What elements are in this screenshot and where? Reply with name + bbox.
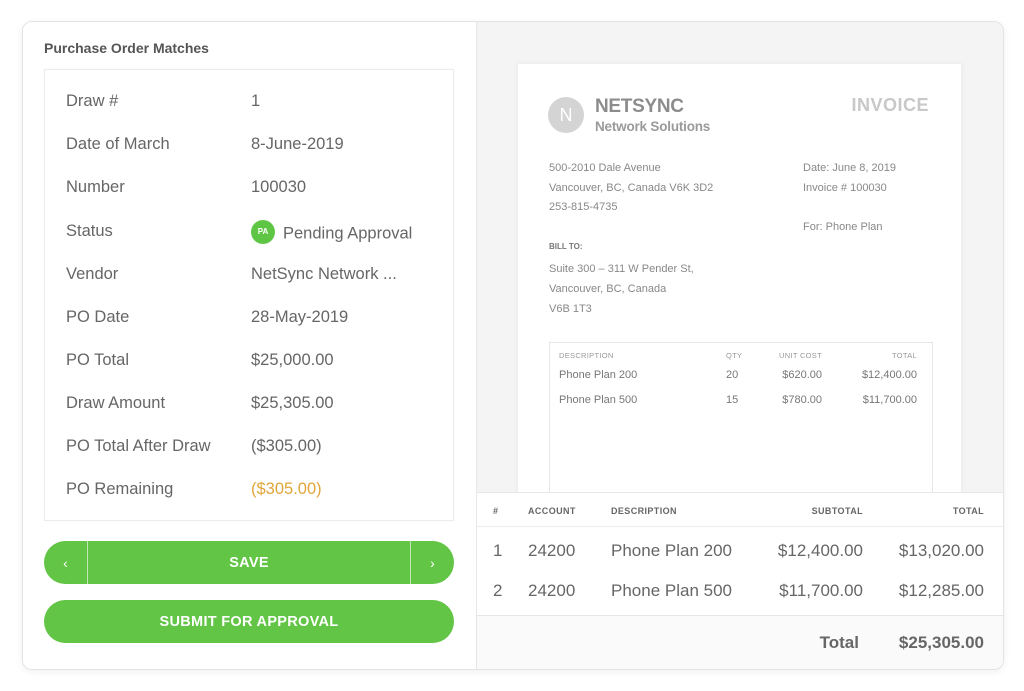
app-frame: Purchase Order Matches Draw # 1 Date of … <box>22 21 1004 670</box>
header-total: TOTAL <box>892 351 917 360</box>
row-subtotal: $11,700.00 <box>779 581 863 600</box>
header-description: DESCRIPTION <box>559 351 614 360</box>
chevron-right-icon: › <box>430 554 435 571</box>
address-line: Suite 300 – 311 W Pender St, <box>549 263 694 275</box>
vendor-address: 500-2010 Dale Avenue Vancouver, BC, Cana… <box>549 159 713 218</box>
header-number: # <box>493 506 499 516</box>
header-subtotal: SUBTOTAL <box>811 506 863 516</box>
field-value: 8-June-2019 <box>251 135 344 153</box>
item-description: Phone Plan 200 <box>559 369 638 381</box>
row-account: 24200 <box>528 541 576 560</box>
item-unit-cost: $620.00 <box>782 369 822 381</box>
panel-title: Purchase Order Matches <box>44 40 209 56</box>
next-button[interactable]: › <box>410 541 454 584</box>
save-button[interactable]: SAVE <box>88 541 410 584</box>
item-qty: 15 <box>726 394 739 406</box>
item-description: Phone Plan 500 <box>559 394 638 406</box>
grand-total-row: Total $25,305.00 <box>477 615 1003 669</box>
invoice-preview-panel: N NETSYNC Network Solutions INVOICE 500-… <box>477 22 1003 669</box>
field-draw-amount: Draw Amount $25,305.00 <box>45 390 453 420</box>
invoice-meta: Date: June 8, 2019 Invoice # 100030 For:… <box>803 159 896 237</box>
invoice-items-table: DESCRIPTION QTY UNIT COST TOTAL Phone Pl… <box>549 342 933 505</box>
row-total: $12,285.00 <box>898 581 984 600</box>
row-description: Phone Plan 200 <box>611 541 732 560</box>
field-vendor: Vendor NetSync Network ... <box>45 261 453 291</box>
field-value: $25,305.00 <box>251 394 334 412</box>
field-date: Date of March 8-June-2019 <box>45 131 453 161</box>
table-row[interactable]: 2 24200 Phone Plan 500 $11,700.00 $12,28… <box>477 571 1003 611</box>
item-total: $12,400.00 <box>861 369 917 381</box>
vendor-brand-subtitle: Network Solutions <box>595 119 711 134</box>
field-po-date: PO Date 28-May-2019 <box>45 304 453 334</box>
field-label: Status <box>66 222 113 240</box>
field-label: Draw Amount <box>66 394 166 412</box>
bill-to-address: Suite 300 – 311 W Pender St, Vancouver, … <box>549 259 694 319</box>
field-value: 1 <box>251 92 261 110</box>
field-label: Number <box>66 178 125 196</box>
field-draw-number: Draw # 1 <box>45 88 453 118</box>
chevron-left-icon: ‹ <box>63 554 68 571</box>
field-label: PO Remaining <box>66 480 174 498</box>
row-description: Phone Plan 500 <box>611 581 732 600</box>
invoice-title: INVOICE <box>851 95 929 115</box>
grand-total-label: Total <box>819 633 859 652</box>
field-po-total-after-draw: PO Total After Draw ($305.00) <box>45 433 453 463</box>
invoice-number: Invoice # 100030 <box>803 181 887 194</box>
header-qty: QTY <box>726 351 743 360</box>
grand-total-value: $25,305.00 <box>898 633 984 652</box>
field-label: PO Date <box>66 308 130 326</box>
field-value: ($305.00) <box>251 437 322 455</box>
field-label: Date of March <box>66 135 170 153</box>
phone-number: 253-815-4735 <box>549 201 618 213</box>
save-button-group: ‹ SAVE › <box>44 541 454 584</box>
field-value: 28-May-2019 <box>251 308 349 326</box>
line-items-header: # ACCOUNT DESCRIPTION SUBTOTAL TOTAL <box>477 493 1003 527</box>
field-number: Number 100030 <box>45 174 453 204</box>
address-line: V6B 1T3 <box>549 303 592 315</box>
purchase-order-panel: Purchase Order Matches Draw # 1 Date of … <box>23 22 477 669</box>
vendor-logo-icon: N <box>548 97 584 133</box>
field-value: 100030 <box>251 178 307 196</box>
row-number: 2 <box>493 581 503 600</box>
field-value: NetSync Network ... <box>251 265 397 283</box>
previous-button[interactable]: ‹ <box>44 541 88 584</box>
bill-to-label: BILL TO: <box>549 242 583 251</box>
field-status: Status PA Pending Approval <box>45 218 453 248</box>
field-po-remaining: PO Remaining ($305.00) <box>45 476 453 506</box>
field-label: PO Total After Draw <box>66 437 211 455</box>
status-text: Pending Approval <box>283 224 413 243</box>
field-value: $25,000.00 <box>251 351 334 369</box>
address-line: Vancouver, BC, Canada V6K 3D2 <box>549 181 714 194</box>
field-po-total: PO Total $25,000.00 <box>45 347 453 377</box>
submit-for-approval-button[interactable]: SUBMIT FOR APPROVAL <box>44 600 454 643</box>
invoice-for: For: Phone Plan <box>803 220 883 233</box>
header-account: ACCOUNT <box>528 506 576 516</box>
field-label: Vendor <box>66 265 119 283</box>
invoice-date: Date: June 8, 2019 <box>803 162 896 174</box>
item-total: $11,700.00 <box>862 394 917 406</box>
field-label: PO Total <box>66 351 129 369</box>
line-items-table: # ACCOUNT DESCRIPTION SUBTOTAL TOTAL 1 2… <box>477 492 1003 669</box>
address-line: Vancouver, BC, Canada <box>549 283 667 295</box>
status-value: PA Pending Approval <box>251 220 413 246</box>
row-subtotal: $12,400.00 <box>777 541 863 560</box>
item-qty: 20 <box>726 369 739 381</box>
item-unit-cost: $780.00 <box>782 394 822 406</box>
row-number: 1 <box>493 541 503 560</box>
header-description: DESCRIPTION <box>611 506 677 516</box>
vendor-brand-name: NETSYNC <box>595 96 684 117</box>
row-account: 24200 <box>528 581 576 600</box>
address-line: 500-2010 Dale Avenue <box>549 162 661 174</box>
header-unit-cost: UNIT COST <box>779 351 822 360</box>
po-details-card: Draw # 1 Date of March 8-June-2019 Numbe… <box>44 69 454 521</box>
table-row[interactable]: 1 24200 Phone Plan 200 $12,400.00 $13,02… <box>477 531 1003 571</box>
invoice-document: N NETSYNC Network Solutions INVOICE 500-… <box>518 64 961 505</box>
row-total: $13,020.00 <box>898 541 984 560</box>
status-badge: PA <box>251 220 275 244</box>
field-value-warning: ($305.00) <box>251 480 322 498</box>
field-label: Draw # <box>66 92 119 110</box>
header-total: TOTAL <box>952 506 984 516</box>
